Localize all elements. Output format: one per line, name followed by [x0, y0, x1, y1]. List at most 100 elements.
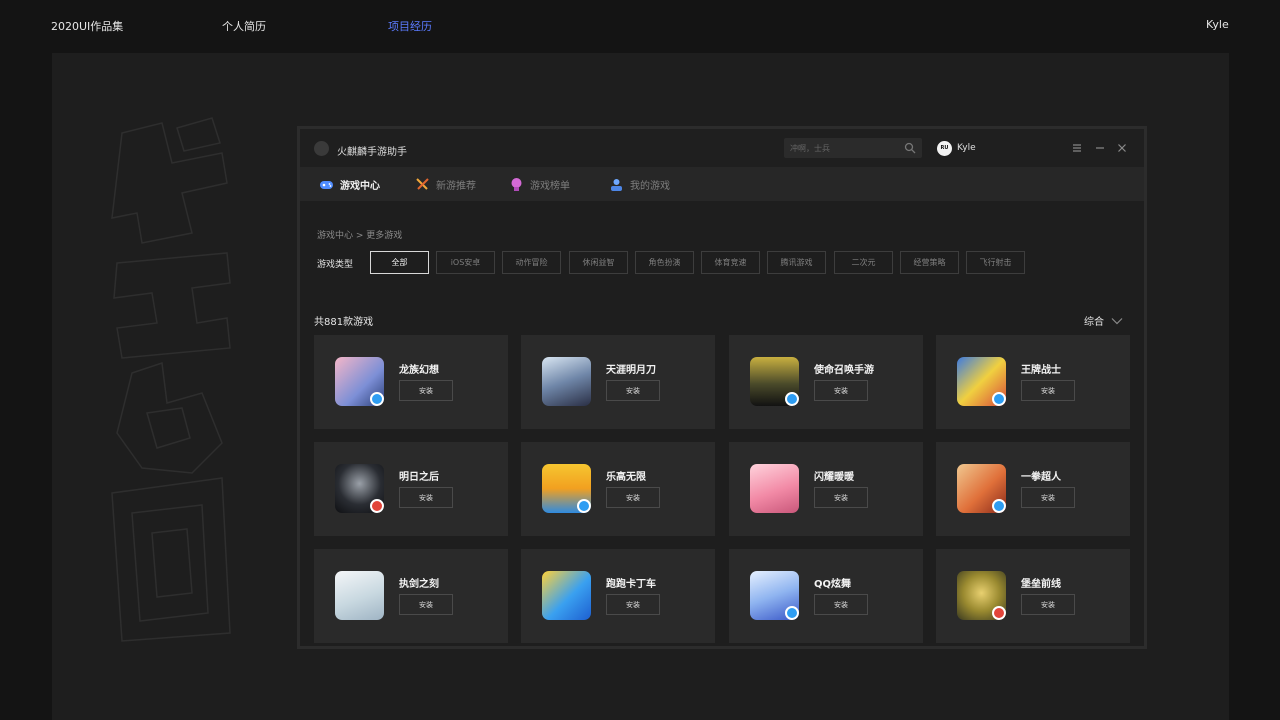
breadcrumb[interactable]: 游戏中心 > 更多游戏: [317, 228, 402, 241]
minimize-icon[interactable]: [1093, 141, 1107, 155]
avatar[interactable]: RU: [937, 141, 952, 156]
nav-projects[interactable]: 项目经历: [388, 18, 432, 34]
game-name: 天涯明月刀: [606, 365, 656, 376]
game-name: 执剑之刻: [399, 579, 439, 590]
game-icon-one-punch-man: [957, 464, 1006, 513]
platform-badge-icon: [992, 499, 1006, 513]
search-icon[interactable]: [904, 142, 916, 154]
game-name: 王牌战士: [1021, 365, 1061, 376]
filter-chip-shooter[interactable]: 飞行射击: [966, 251, 1025, 274]
user-name[interactable]: Kyle: [957, 143, 976, 153]
game-icon-lego-legacy: [542, 464, 591, 513]
game-name: 龙族幻想: [399, 365, 439, 376]
game-name: 跑跑卡丁车: [606, 579, 656, 590]
filter-chip-ios-android[interactable]: iOS安卓: [436, 251, 495, 274]
medal-icon: [511, 177, 522, 191]
nav-brand[interactable]: 2020UI作品集: [51, 18, 123, 34]
platform-badge-icon: [785, 392, 799, 406]
filter-chip-all[interactable]: 全部: [370, 251, 429, 274]
tab-label: 游戏中心: [340, 180, 380, 192]
chevron-down-icon: [1111, 317, 1123, 324]
platform-badge-icon: [785, 606, 799, 620]
game-name: 闪耀暖暖: [814, 472, 854, 483]
menu-icon[interactable]: [1070, 141, 1084, 155]
game-card[interactable]: 明日之后 安装: [314, 442, 508, 536]
game-icon-lifeafter: [335, 464, 384, 513]
decorative-outline-art: [111, 117, 231, 642]
install-button[interactable]: 安装: [606, 594, 660, 615]
filter-label: 游戏类型: [317, 260, 354, 270]
install-button[interactable]: 安装: [814, 594, 868, 615]
game-icon-kartrider: [542, 571, 591, 620]
top-nav: 2020UI作品集 个人简历 项目经历 Kyle: [0, 0, 1280, 52]
tab-rankings[interactable]: 游戏榜单: [509, 167, 570, 201]
filter-chip-strategy[interactable]: 经营策略: [900, 251, 959, 274]
game-name: 使命召唤手游: [814, 365, 874, 376]
game-card[interactable]: QQ炫舞 安装: [729, 549, 923, 643]
game-icon-call-of-duty: [750, 357, 799, 406]
game-icon-fortress-front: [957, 571, 1006, 620]
game-card[interactable]: 天涯明月刀 安装: [521, 335, 715, 429]
game-name: 明日之后: [399, 472, 439, 483]
game-name: 乐高无限: [606, 472, 646, 483]
tab-label: 游戏榜单: [530, 180, 570, 192]
app-title: 火麒麟手游助手: [337, 147, 407, 158]
app-window: 火麒麟手游助手 RU Kyle: [297, 126, 1147, 649]
tab-my-games[interactable]: 我的游戏: [609, 167, 670, 201]
tab-new-games[interactable]: 新游推荐: [415, 167, 476, 201]
game-card[interactable]: 乐高无限 安装: [521, 442, 715, 536]
install-button[interactable]: 安装: [399, 487, 453, 508]
platform-badge-icon: [370, 392, 384, 406]
tab-label: 我的游戏: [630, 180, 670, 192]
showcase-stage: 火麒麟手游助手 RU Kyle: [52, 53, 1229, 720]
sort-dropdown[interactable]: 综合: [1084, 313, 1123, 328]
tab-game-center[interactable]: 游戏中心: [319, 167, 380, 201]
close-icon[interactable]: [1115, 141, 1129, 155]
game-icon-qq-dance: [750, 571, 799, 620]
install-button[interactable]: 安装: [1021, 380, 1075, 401]
game-icon-ace-soldier: [957, 357, 1006, 406]
game-card[interactable]: 闪耀暖暖 安装: [729, 442, 923, 536]
filter-chip-anime[interactable]: 二次元: [834, 251, 893, 274]
game-count: 共881款游戏: [314, 317, 374, 328]
title-bar: 火麒麟手游助手 RU Kyle: [300, 129, 1144, 167]
install-button[interactable]: 安装: [1021, 594, 1075, 615]
platform-badge-icon: [577, 499, 591, 513]
platform-badge-icon: [370, 499, 384, 513]
filter-chip-tencent[interactable]: 腾讯游戏: [767, 251, 826, 274]
filter-chip-sports[interactable]: 体育竞速: [701, 251, 760, 274]
game-card[interactable]: 堡垒前线 安装: [936, 549, 1130, 643]
game-name: QQ炫舞: [814, 579, 852, 590]
install-button[interactable]: 安装: [1021, 487, 1075, 508]
game-card[interactable]: 执剑之刻 安装: [314, 549, 508, 643]
nav-resume[interactable]: 个人简历: [222, 18, 266, 34]
install-button[interactable]: 安装: [814, 380, 868, 401]
nav-user[interactable]: Kyle: [1206, 18, 1229, 31]
game-icon-dragon-fantasy: [335, 357, 384, 406]
search-box[interactable]: [784, 138, 922, 158]
platform-badge-icon: [992, 606, 1006, 620]
gamepad-icon: [320, 180, 333, 189]
game-card[interactable]: 龙族幻想 安装: [314, 335, 508, 429]
game-name: 一拳超人: [1021, 472, 1061, 483]
game-card[interactable]: 一拳超人 安装: [936, 442, 1130, 536]
install-button[interactable]: 安装: [399, 594, 453, 615]
filter-chip-action[interactable]: 动作冒险: [502, 251, 561, 274]
filter-chip-puzzle[interactable]: 休闲益智: [569, 251, 628, 274]
install-button[interactable]: 安装: [399, 380, 453, 401]
search-input[interactable]: [790, 141, 900, 155]
install-button[interactable]: 安装: [814, 487, 868, 508]
swords-icon: [416, 177, 429, 190]
platform-badge-icon: [992, 392, 1006, 406]
sort-label: 综合: [1084, 317, 1104, 328]
game-card[interactable]: 王牌战士 安装: [936, 335, 1130, 429]
game-card[interactable]: 跑跑卡丁车 安装: [521, 549, 715, 643]
game-icon-moonlight-blade: [542, 357, 591, 406]
tab-label: 新游推荐: [436, 180, 476, 192]
filter-chip-rpg[interactable]: 角色扮演: [635, 251, 694, 274]
game-card[interactable]: 使命召唤手游 安装: [729, 335, 923, 429]
app-logo-icon: [314, 141, 329, 156]
tab-bar: 游戏中心 新游推荐 游戏榜单 我的游戏: [300, 167, 1144, 201]
install-button[interactable]: 安装: [606, 380, 660, 401]
install-button[interactable]: 安装: [606, 487, 660, 508]
